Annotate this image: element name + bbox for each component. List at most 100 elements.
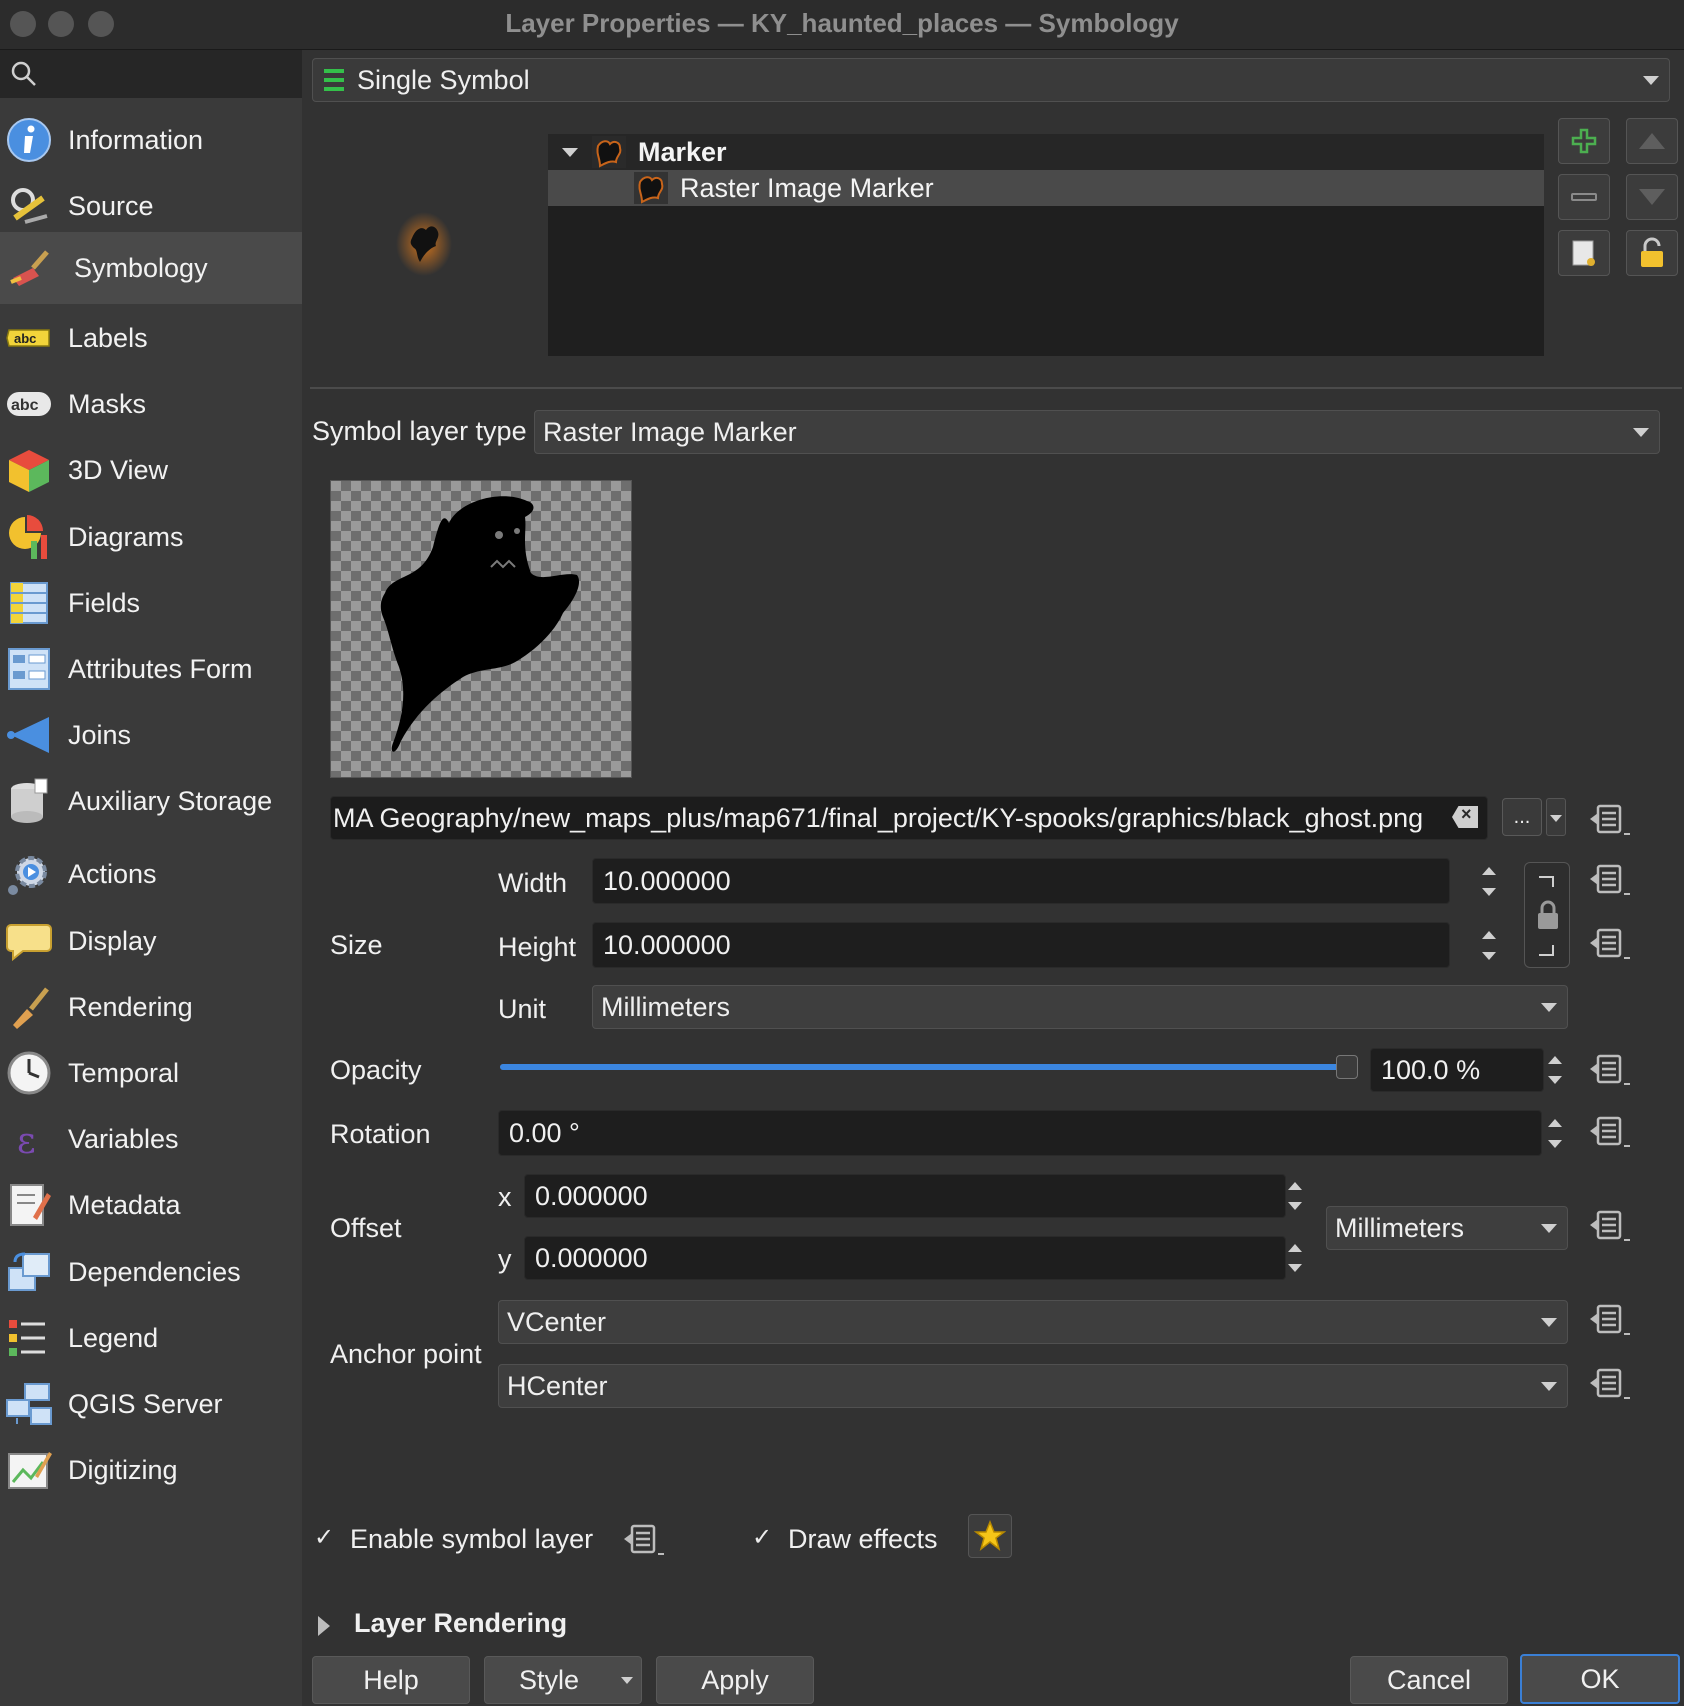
symbol-layer-type-value: Raster Image Marker [543, 416, 797, 447]
size-label: Size [330, 930, 383, 960]
enable-symbol-layer-label: Enable symbol layer [350, 1524, 594, 1554]
browse-button[interactable]: ... [1502, 798, 1542, 836]
symbol-layer-type-select[interactable]: Raster Image Marker [534, 410, 1660, 454]
sidebar-item-diagrams[interactable]: Diagrams [0, 501, 302, 573]
width-data-defined-button[interactable] [1588, 860, 1632, 900]
opacity-slider-handle[interactable] [1336, 1055, 1358, 1079]
help-button[interactable]: Help [312, 1656, 470, 1704]
sidebar-item-variables[interactable]: ε Variables [0, 1103, 302, 1175]
remove-symbol-layer-button[interactable] [1558, 174, 1610, 220]
minus-icon [1571, 193, 1597, 201]
path-data-defined-button[interactable] [1588, 800, 1632, 840]
layer-rendering-label[interactable]: Layer Rendering [354, 1608, 567, 1639]
sidebar-item-masks[interactable]: abc Masks [0, 368, 302, 440]
enable-symbol-layer-checkbox[interactable]: ✓ [314, 1526, 338, 1550]
raster-image-preview [330, 480, 632, 778]
sidebar-item-information[interactable]: Information [0, 104, 302, 176]
chevron-down-icon [1643, 76, 1659, 85]
apply-button[interactable]: Apply [656, 1656, 814, 1704]
duplicate-symbol-layer-button[interactable] [1558, 230, 1610, 276]
offset-data-defined-button[interactable] [1588, 1206, 1632, 1246]
sidebar-item-3d-view[interactable]: 3D View [0, 434, 302, 506]
sidebar-item-joins[interactable]: Joins [0, 699, 302, 771]
sidebar-item-metadata[interactable]: Metadata [0, 1169, 302, 1241]
cancel-button[interactable]: Cancel [1350, 1656, 1508, 1704]
enable-layer-data-defined-button[interactable] [622, 1520, 666, 1560]
offset-x-spinner[interactable] [1282, 1176, 1308, 1216]
width-value: 10.000000 [603, 865, 731, 896]
tree-item-marker[interactable]: Marker [548, 134, 1544, 170]
sidebar-item-auxiliary-storage[interactable]: Auxiliary Storage [0, 765, 302, 837]
sidebar-item-temporal[interactable]: Temporal [0, 1037, 302, 1109]
data-defined-icon [624, 1524, 664, 1555]
symbol-layer-tree[interactable]: Marker Raster Image Marker [548, 134, 1544, 356]
anchor-vertical-value: VCenter [507, 1306, 607, 1337]
height-spinner[interactable] [1476, 924, 1502, 966]
sidebar-item-rendering[interactable]: Rendering [0, 971, 302, 1043]
image-path-input[interactable]: MA Geography/new_maps_plus/map671/final_… [330, 796, 1488, 840]
image-path-value: MA Geography/new_maps_plus/map671/final_… [333, 802, 1424, 833]
sidebar-item-display[interactable]: Display [0, 905, 302, 977]
sidebar-item-legend[interactable]: Legend [0, 1302, 302, 1374]
lock-layer-button[interactable] [1626, 230, 1678, 276]
epsilon-icon: ε [3, 1113, 55, 1165]
sidebar-item-fields[interactable]: Fields [0, 567, 302, 639]
sidebar-item-symbology[interactable]: Symbology [0, 232, 302, 304]
height-label: Height [498, 932, 577, 962]
tree-item-raster-image-marker[interactable]: Raster Image Marker [548, 170, 1544, 206]
anchor-horizontal-select[interactable]: HCenter [498, 1364, 1568, 1408]
add-symbol-layer-button[interactable] [1558, 118, 1610, 164]
expand-triangle-icon[interactable] [318, 1616, 330, 1636]
collapse-triangle-icon[interactable] [562, 147, 578, 157]
renderer-select[interactable]: Single Symbol [312, 58, 1670, 102]
width-input[interactable]: 10.000000 [592, 858, 1450, 904]
opacity-spinner[interactable] [1542, 1050, 1568, 1090]
rotation-input[interactable]: 0.00 ° [498, 1110, 1542, 1156]
sidebar-item-label: Source [68, 190, 154, 221]
lock-aspect-ratio-button[interactable] [1524, 862, 1570, 968]
ok-button[interactable]: OK [1520, 1654, 1680, 1704]
sidebar-item-digitizing[interactable]: Digitizing [0, 1434, 302, 1506]
anchor-point-label: Anchor point [330, 1339, 482, 1369]
opacity-data-defined-button[interactable] [1588, 1050, 1632, 1090]
window-title: Layer Properties — KY_haunted_places — S… [505, 8, 1179, 38]
offset-x-input[interactable]: 0.000000 [524, 1174, 1286, 1218]
sidebar-item-actions[interactable]: Actions [0, 838, 302, 910]
browse-menu-button[interactable] [1546, 798, 1566, 836]
move-down-button[interactable] [1626, 174, 1678, 220]
effects-button[interactable] [968, 1514, 1012, 1558]
offset-unit-select[interactable]: Millimeters [1326, 1206, 1568, 1250]
data-defined-icon [1590, 1304, 1630, 1335]
duplicate-icon [1572, 240, 1595, 266]
symbol-layer-type-label: Symbol layer type [312, 416, 527, 446]
width-spinner[interactable] [1476, 860, 1502, 902]
offset-y-spinner[interactable] [1282, 1238, 1308, 1278]
draw-effects-checkbox[interactable]: ✓ [752, 1526, 776, 1550]
style-button[interactable]: Style [484, 1656, 642, 1704]
data-defined-icon [1590, 1116, 1630, 1147]
anchor-horizontal-data-defined-button[interactable] [1588, 1364, 1632, 1404]
sidebar-item-labels[interactable]: abc Labels [0, 302, 302, 374]
opacity-slider[interactable] [500, 1064, 1340, 1070]
offset-y-value: 0.000000 [535, 1242, 648, 1273]
data-defined-icon [1590, 1054, 1630, 1085]
rotation-data-defined-button[interactable] [1588, 1112, 1632, 1152]
sidebar-item-qgis-server[interactable]: QGIS Server [0, 1368, 302, 1440]
sidebar-item-label: Symbology [74, 252, 208, 283]
sidebar-search-input[interactable] [0, 50, 302, 98]
offset-y-input[interactable]: 0.000000 [524, 1236, 1286, 1280]
size-unit-select[interactable]: Millimeters [592, 985, 1568, 1029]
anchor-horizontal-value: HCenter [507, 1370, 608, 1401]
offset-x-value: 0.000000 [535, 1180, 648, 1211]
sidebar-item-attributes-form[interactable]: Attributes Form [0, 633, 302, 705]
anchor-vertical-data-defined-button[interactable] [1588, 1300, 1632, 1340]
anchor-vertical-select[interactable]: VCenter [498, 1300, 1568, 1344]
height-data-defined-button[interactable] [1588, 924, 1632, 964]
sidebar-item-label: Dependencies [68, 1256, 241, 1287]
move-up-button[interactable] [1626, 118, 1678, 164]
sidebar-item-dependencies[interactable]: Dependencies [0, 1236, 302, 1308]
height-value: 10.000000 [603, 929, 731, 960]
opacity-input[interactable]: 100.0 % [1370, 1048, 1544, 1092]
height-input[interactable]: 10.000000 [592, 922, 1450, 968]
rotation-spinner[interactable] [1542, 1112, 1568, 1154]
